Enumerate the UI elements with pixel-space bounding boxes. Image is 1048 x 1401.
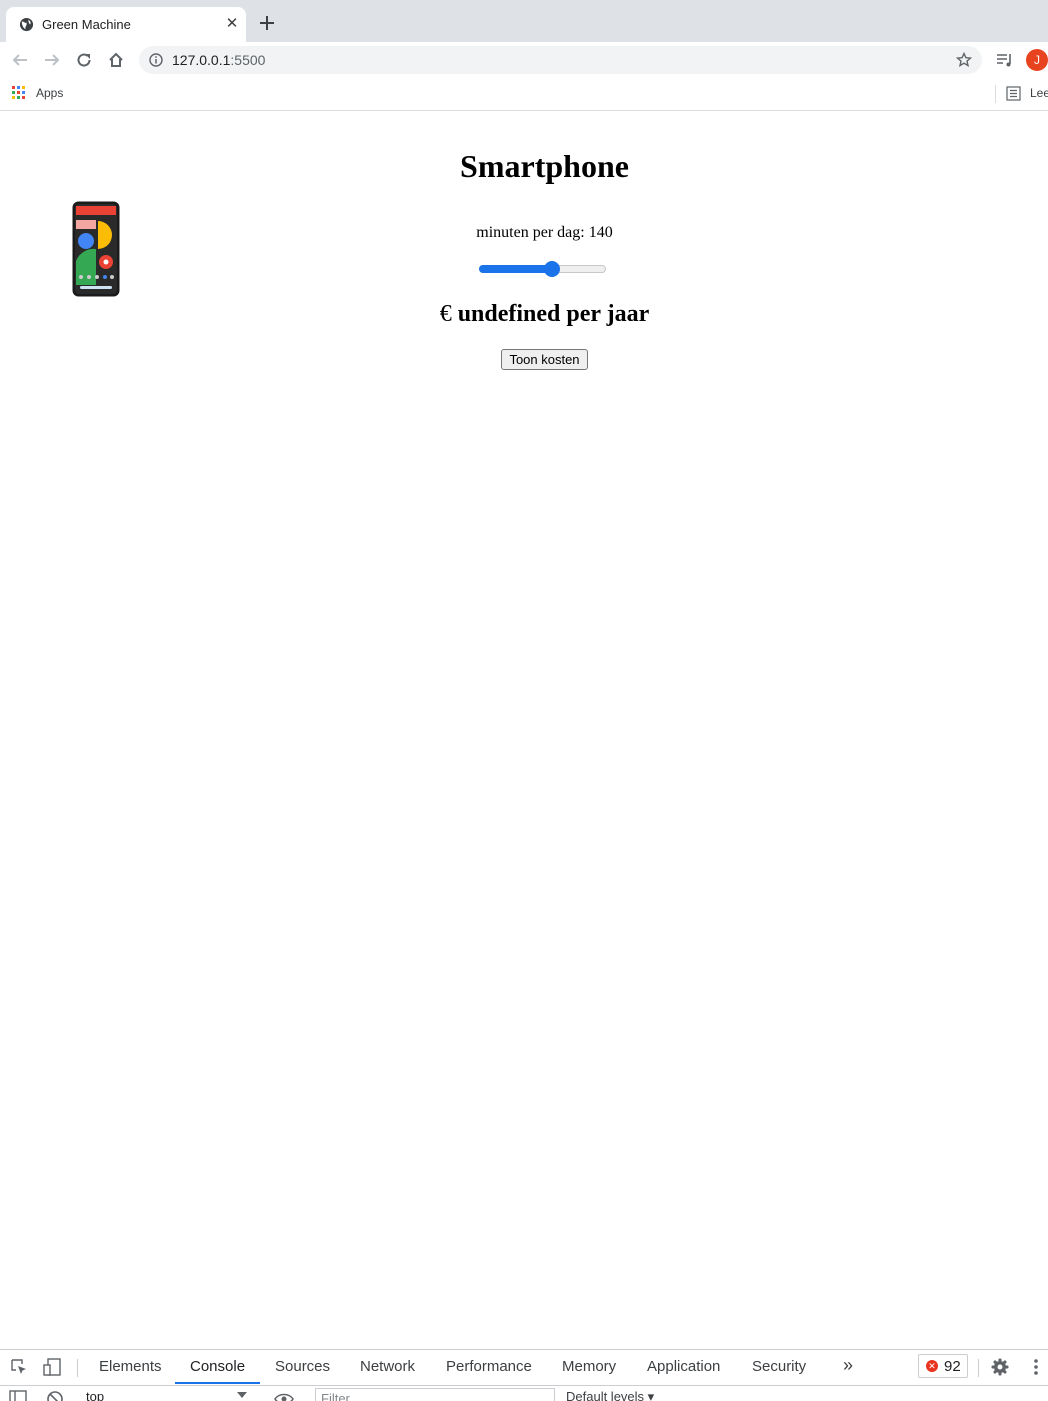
inspect-element-icon[interactable] bbox=[10, 1358, 28, 1376]
page-content: Smartphone minuten per dag: 140 € undefi… bbox=[0, 111, 1048, 1349]
error-icon: ✕ bbox=[926, 1360, 938, 1372]
devtools-panel: Elements Console Sources Network Perform… bbox=[0, 1349, 1048, 1400]
back-icon[interactable] bbox=[11, 51, 29, 69]
url-text: 127.0.0.1:5500 bbox=[172, 52, 265, 68]
new-tab-icon[interactable] bbox=[258, 14, 276, 32]
tab-security[interactable]: Security bbox=[752, 1358, 806, 1375]
device-toolbar-icon[interactable] bbox=[43, 1358, 61, 1376]
bookmarks-bar: Apps Lee bbox=[0, 78, 1048, 111]
apps-grid-icon[interactable] bbox=[12, 86, 26, 100]
slider-fill bbox=[479, 265, 552, 273]
media-controls-icon[interactable] bbox=[996, 52, 1014, 68]
slider-thumb[interactable] bbox=[544, 261, 560, 277]
close-tab-icon[interactable]: ✕ bbox=[224, 16, 240, 32]
eye-icon[interactable] bbox=[274, 1390, 294, 1401]
reading-list-icon[interactable] bbox=[1006, 86, 1021, 101]
info-icon[interactable] bbox=[149, 53, 163, 67]
context-selector[interactable]: top bbox=[86, 1389, 104, 1401]
bookmark-star-icon[interactable] bbox=[956, 52, 972, 68]
tab-application[interactable]: Application bbox=[647, 1358, 720, 1375]
page-title: Smartphone bbox=[0, 148, 1048, 185]
more-tabs-icon[interactable]: » bbox=[843, 1355, 853, 1376]
active-tab-indicator bbox=[175, 1382, 260, 1384]
apps-bookmark[interactable]: Apps bbox=[36, 86, 63, 100]
minutes-per-day-label: minuten per dag: 140 bbox=[0, 224, 1048, 242]
show-costs-button[interactable]: Toon kosten bbox=[501, 349, 588, 370]
bookmarks-divider bbox=[995, 85, 996, 103]
tab-performance[interactable]: Performance bbox=[446, 1358, 532, 1375]
minutes-slider[interactable] bbox=[478, 261, 607, 277]
home-icon[interactable] bbox=[107, 51, 125, 69]
tab-sources[interactable]: Sources bbox=[275, 1358, 330, 1375]
tab-console[interactable]: Console bbox=[190, 1358, 245, 1375]
devtools-divider bbox=[978, 1359, 979, 1377]
chevron-down-icon[interactable] bbox=[237, 1392, 247, 1398]
tab-network[interactable]: Network bbox=[360, 1358, 415, 1375]
tab-title: Green Machine bbox=[42, 17, 131, 32]
devtools-divider bbox=[77, 1359, 78, 1377]
error-count-badge[interactable]: ✕ 92 bbox=[918, 1354, 968, 1378]
tab-strip: Green Machine ✕ bbox=[0, 0, 1048, 42]
tab-elements[interactable]: Elements bbox=[99, 1358, 162, 1375]
browser-toolbar: 127.0.0.1:5500 J bbox=[0, 42, 1048, 78]
error-count: 92 bbox=[944, 1358, 961, 1375]
globe-icon bbox=[19, 17, 34, 32]
log-levels-dropdown[interactable]: Default levels ▾ bbox=[566, 1389, 654, 1401]
sidebar-toggle-icon[interactable] bbox=[9, 1390, 27, 1401]
minutes-value: 140 bbox=[589, 224, 613, 241]
address-bar[interactable]: 127.0.0.1:5500 bbox=[139, 46, 982, 74]
clear-console-icon[interactable] bbox=[46, 1390, 64, 1401]
yearly-cost-text: € undefined per jaar bbox=[0, 301, 1048, 328]
reading-list-label[interactable]: Lee bbox=[1030, 86, 1048, 100]
more-options-icon[interactable] bbox=[1027, 1358, 1045, 1376]
profile-avatar[interactable]: J bbox=[1026, 49, 1048, 71]
smartphone-image bbox=[72, 201, 120, 297]
reload-icon[interactable] bbox=[75, 51, 93, 69]
browser-tab[interactable]: Green Machine ✕ bbox=[6, 7, 246, 42]
tab-memory[interactable]: Memory bbox=[562, 1358, 616, 1375]
settings-gear-icon[interactable] bbox=[991, 1358, 1009, 1376]
console-filter-input[interactable]: Filter bbox=[315, 1388, 555, 1401]
forward-icon[interactable] bbox=[43, 51, 61, 69]
